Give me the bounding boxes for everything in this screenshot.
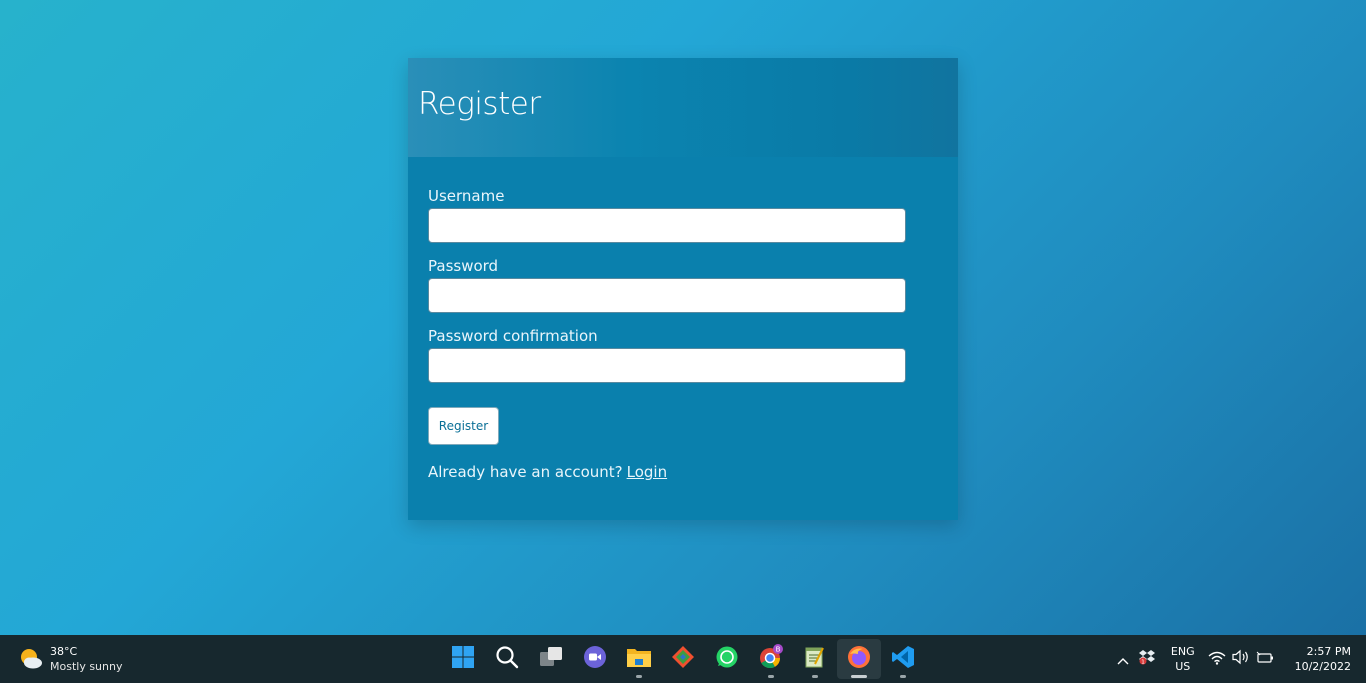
firefox-icon <box>847 645 871 673</box>
running-indicator <box>768 675 774 678</box>
chrome-icon: B <box>758 644 784 674</box>
clock-time: 2:57 PM <box>1306 645 1351 658</box>
dropbox-tray-button[interactable]: 1 <box>1135 635 1159 683</box>
video-chat-icon <box>583 645 607 673</box>
password-input[interactable] <box>428 278 906 313</box>
notepad-icon <box>803 645 827 673</box>
whatsapp-icon <box>715 645 739 673</box>
clock-date: 10/2/2022 <box>1294 660 1351 673</box>
login-prompt: Already have an account? Login <box>428 463 667 481</box>
chrome-profile-badge: B <box>776 646 781 654</box>
weather-description: Mostly sunny <box>50 660 123 673</box>
page-title: Register <box>418 86 541 122</box>
running-indicator <box>900 675 906 678</box>
start-button[interactable] <box>441 639 485 679</box>
battery-button[interactable] <box>1253 635 1277 683</box>
register-button[interactable]: Register <box>428 407 499 445</box>
username-input[interactable] <box>428 208 906 243</box>
password-confirmation-input[interactable] <box>428 348 906 383</box>
password-label: Password <box>428 257 499 275</box>
speaker-icon <box>1231 649 1250 669</box>
search-icon <box>495 645 519 673</box>
file-explorer-app[interactable] <box>617 639 661 679</box>
whatsapp-app[interactable] <box>705 639 749 679</box>
login-link[interactable]: Login <box>627 463 667 481</box>
language-region: US <box>1175 660 1191 673</box>
volume-button[interactable] <box>1229 635 1253 683</box>
vscode-app[interactable] <box>881 639 925 679</box>
running-indicator <box>851 675 867 678</box>
dropbox-icon: 1 <box>1138 648 1156 670</box>
partly-sunny-icon <box>18 646 44 672</box>
language-code: ENG <box>1170 645 1195 658</box>
running-indicator <box>812 675 818 678</box>
taskbar-apps: B <box>441 639 925 679</box>
register-card: Register Username Password Password conf… <box>408 58 958 520</box>
notepad-app[interactable] <box>793 639 837 679</box>
show-hidden-icons-button[interactable] <box>1111 635 1135 683</box>
folder-icon <box>626 645 652 673</box>
card-header: Register <box>408 58 958 157</box>
system-tray: 1 ENG US 2:57 PM 10/2/2022 <box>1111 635 1366 683</box>
network-button[interactable] <box>1205 635 1229 683</box>
vscode-icon <box>891 645 915 673</box>
git-app[interactable] <box>661 639 705 679</box>
clock[interactable]: 2:57 PM 10/2/2022 <box>1295 644 1351 674</box>
notification-count: 1 <box>1141 659 1145 665</box>
running-indicator <box>636 675 642 678</box>
chat-app[interactable] <box>573 639 617 679</box>
username-label: Username <box>428 187 505 205</box>
task-view-button[interactable] <box>529 639 573 679</box>
taskbar: 38°C Mostly sunny B 1 ENG US 2:57 PM 10/… <box>0 635 1366 683</box>
task-view-icon <box>539 645 563 673</box>
git-icon <box>671 645 695 673</box>
chevron-up-icon <box>1117 650 1129 669</box>
language-indicator[interactable]: ENG US <box>1171 644 1195 674</box>
account-prompt-text: Already have an account? <box>428 463 623 481</box>
chrome-app[interactable]: B <box>749 639 793 679</box>
battery-charging-icon <box>1256 650 1274 669</box>
weather-temperature: 38°C <box>50 645 78 658</box>
weather-widget[interactable]: 38°C Mostly sunny <box>18 642 122 676</box>
firefox-app[interactable] <box>837 639 881 679</box>
windows-logo-icon <box>451 645 475 673</box>
password-confirmation-label: Password confirmation <box>428 327 598 345</box>
wifi-icon <box>1208 650 1226 669</box>
search-button[interactable] <box>485 639 529 679</box>
